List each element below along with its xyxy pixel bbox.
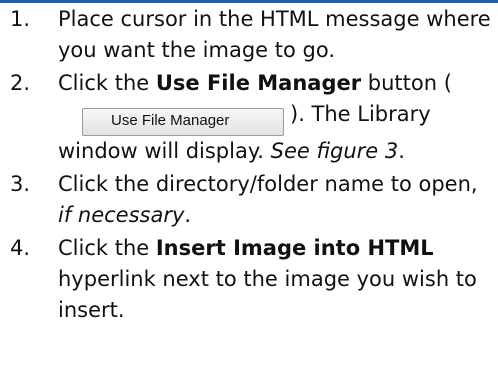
ui-term: Use File Manager [155, 71, 362, 95]
step-number: 1. [10, 7, 31, 31]
step-text: hyperlink next to the image you wish to … [58, 267, 477, 322]
step-text: Place cursor in the HTML message where y… [58, 7, 491, 62]
step-text: Click the directory/folder name to open, [58, 172, 478, 196]
step-text: . [398, 139, 405, 163]
ui-term: Insert Image into HTML [155, 236, 434, 260]
italic-note: if necessary [58, 203, 185, 227]
use-file-manager-button[interactable]: Use File Manager [82, 108, 284, 136]
step-text: . [184, 203, 192, 227]
step-4: 4. Click the Insert Image into HTML hype… [0, 233, 498, 326]
step-text: button ( [361, 71, 452, 95]
step-text: Click the [58, 236, 156, 260]
step-number: 2. [10, 71, 31, 95]
figure-reference: See figure 3 [270, 139, 399, 163]
step-1: 1. Place cursor in the HTML message wher… [0, 4, 498, 66]
step-2: 2. Click the Use File Manager button ( U… [0, 68, 498, 167]
step-number: 4. [10, 236, 31, 260]
instruction-list: 1. Place cursor in the HTML message wher… [0, 4, 498, 328]
top-border [0, 0, 498, 3]
step-number: 3. [10, 172, 31, 196]
step-text: Click the [58, 71, 156, 95]
step-3: 3. Click the directory/folder name to op… [0, 169, 498, 231]
